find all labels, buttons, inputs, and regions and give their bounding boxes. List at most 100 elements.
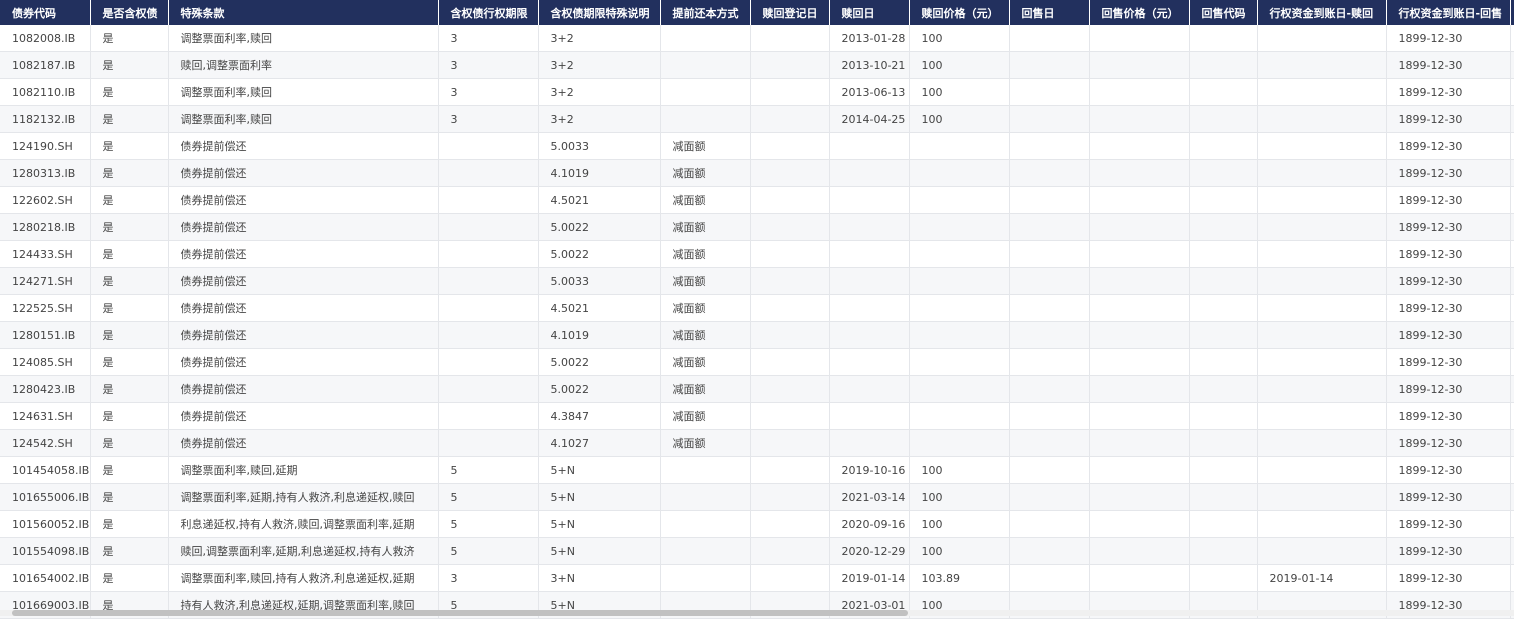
table-cell [1510,564,1514,592]
table-row[interactable]: 101655006.IB 是调整票面利率,延期,持有人救济,利息递延权,赎回 5 5+… [0,483,1514,511]
table-cell [1009,240,1090,268]
table-cell [660,537,751,565]
column-header[interactable]: 回售价格（元） [1089,0,1190,25]
column-header[interactable]: 行权资金到账日-回售 [1386,0,1511,25]
table-cell [1510,294,1514,322]
table-cell [1257,213,1387,241]
table-cell: 1899-12-30 [1386,375,1511,403]
column-header[interactable]: 回售代码 [1189,0,1258,25]
table-cell [1089,429,1190,457]
table-cell: 1280151.IB [0,321,91,349]
table-row[interactable]: 101454058.IB 是调整票面利率,赎回,延期 5 5+N 2019-10-16 1… [0,456,1514,484]
table-row[interactable]: 101560052.IB 是利息递延权,持有人救济,赎回,调整票面利率,延期 5 5+… [0,510,1514,538]
horizontal-scrollbar[interactable] [0,610,1514,616]
table-cell: 2019-01-14 [829,564,910,592]
table-cell [1510,159,1514,187]
table-cell [1009,132,1090,160]
table-cell [1257,294,1387,322]
table-cell: 是 [90,51,169,79]
table-cell [660,483,751,511]
table-cell: 债券提前偿还 [168,240,439,268]
table-cell [1257,348,1387,376]
table-cell: 1899-12-30 [1386,78,1511,106]
table-cell [1510,240,1514,268]
table-cell [829,402,910,430]
table-row[interactable]: 1280151.IB 是债券提前偿还 4.1019 减面额 1899-12-30 [0,321,1514,349]
table-row[interactable]: 124631.SH 是债券提前偿还 4.3847 减面额 1899-12-30 [0,402,1514,430]
table-cell [1510,402,1514,430]
column-header[interactable]: 赎回日 [829,0,910,25]
table-row[interactable]: 101554098.IB 是赎回,调整票面利率,延期,利息递延权,持有人救济 5 5+… [0,537,1514,565]
table-cell: 3 [438,105,539,133]
table-cell [1009,294,1090,322]
table-row[interactable]: 1280218.IB 是债券提前偿还 5.0022 减面额 1899-12-30 [0,213,1514,241]
table-cell [750,78,830,106]
column-header[interactable]: 是否含权债 [90,0,169,25]
column-header[interactable]: 提前还本方式 [660,0,751,25]
table-cell [1510,213,1514,241]
table-row[interactable]: 122525.SH 是债券提前偿还 4.5021 减面额 1899-12-30 [0,294,1514,322]
table-cell [1089,159,1190,187]
table-cell [1009,375,1090,403]
table-cell [1089,294,1190,322]
table-row[interactable]: 1082008.IB 是调整票面利率,赎回 3 3+2 2013-01-28 100 189… [0,25,1514,52]
table-cell [1257,375,1387,403]
table-cell: 调整票面利率,赎回 [168,25,439,52]
column-header[interactable]: 行权资金到账日-赎回 [1257,0,1387,25]
table-cell: 5.0022 [538,240,661,268]
table-cell: 1280423.IB [0,375,91,403]
column-header[interactable]: 债券代码 [0,0,91,25]
table-cell [1510,78,1514,106]
table-row[interactable]: 124271.SH 是债券提前偿还 5.0033 减面额 1899-12-30 [0,267,1514,295]
table-row[interactable]: 1082110.IB 是调整票面利率,赎回 3 3+2 2013-06-13 100 189… [0,78,1514,106]
table-cell: 是 [90,375,169,403]
table-cell: 是 [90,294,169,322]
table-row[interactable]: 1182132.IB 是调整票面利率,赎回 3 3+2 2014-04-25 100 189… [0,105,1514,133]
table-cell [1510,483,1514,511]
table-cell: 2013-01-28 [829,25,910,52]
table-cell: 1899-12-30 [1386,348,1511,376]
table-cell [1009,321,1090,349]
table-row[interactable]: 1280313.IB 是债券提前偿还 4.1019 减面额 1899-12-30 [0,159,1514,187]
table-row[interactable]: 1082187.IB 是赎回,调整票面利率 3 3+2 2013-10-21 100 189… [0,51,1514,79]
table-cell: 100 [909,510,1010,538]
table-cell [1257,78,1387,106]
table-cell: 1899-12-30 [1386,564,1511,592]
table-row[interactable]: 124542.SH 是债券提前偿还 4.1027 减面额 1899-12-30 [0,429,1514,457]
column-header[interactable]: 特殊条款 [168,0,439,25]
table-cell [750,213,830,241]
table-cell [1257,456,1387,484]
table-cell [750,564,830,592]
column-header[interactable] [1510,0,1514,25]
table-cell [1009,510,1090,538]
table-cell [1009,105,1090,133]
table-cell: 124190.SH [0,132,91,160]
table-row[interactable]: 124190.SH 是债券提前偿还 5.0033 减面额 1899-12-30 [0,132,1514,160]
table-cell: 5.0033 [538,132,661,160]
table-row[interactable]: 122602.SH 是债券提前偿还 4.5021 减面额 1899-12-30 [0,186,1514,214]
table-row[interactable]: 1280423.IB 是债券提前偿还 5.0022 减面额 1899-12-30 [0,375,1514,403]
column-header[interactable]: 含权债行权期限 [438,0,539,25]
table-cell [1009,537,1090,565]
table-row[interactable]: 124433.SH 是债券提前偿还 5.0022 减面额 1899-12-30 [0,240,1514,268]
table-cell: 是 [90,348,169,376]
column-header[interactable]: 赎回登记日 [750,0,830,25]
column-header[interactable]: 回售日 [1009,0,1090,25]
table-cell [1089,186,1190,214]
table-cell [1189,78,1258,106]
table-cell: 103.89 [909,564,1010,592]
column-header[interactable]: 含权债期限特殊说明 [538,0,661,25]
table-row[interactable]: 124085.SH 是债券提前偿还 5.0022 减面额 1899-12-30 [0,348,1514,376]
table-cell [1257,105,1387,133]
table-cell: 债券提前偿还 [168,402,439,430]
table-cell: 是 [90,213,169,241]
table-cell [1009,564,1090,592]
table-cell: 3 [438,78,539,106]
table-cell [1257,267,1387,295]
table-cell: 3+N [538,564,661,592]
column-header[interactable]: 赎回价格（元） [909,0,1010,25]
table-cell: 5.0022 [538,213,661,241]
table-cell: 是 [90,132,169,160]
table-row[interactable]: 101654002.IB 是调整票面利率,赎回,持有人救济,利息递延权,延期 3 3+… [0,564,1514,592]
scrollbar-thumb[interactable] [12,610,908,616]
